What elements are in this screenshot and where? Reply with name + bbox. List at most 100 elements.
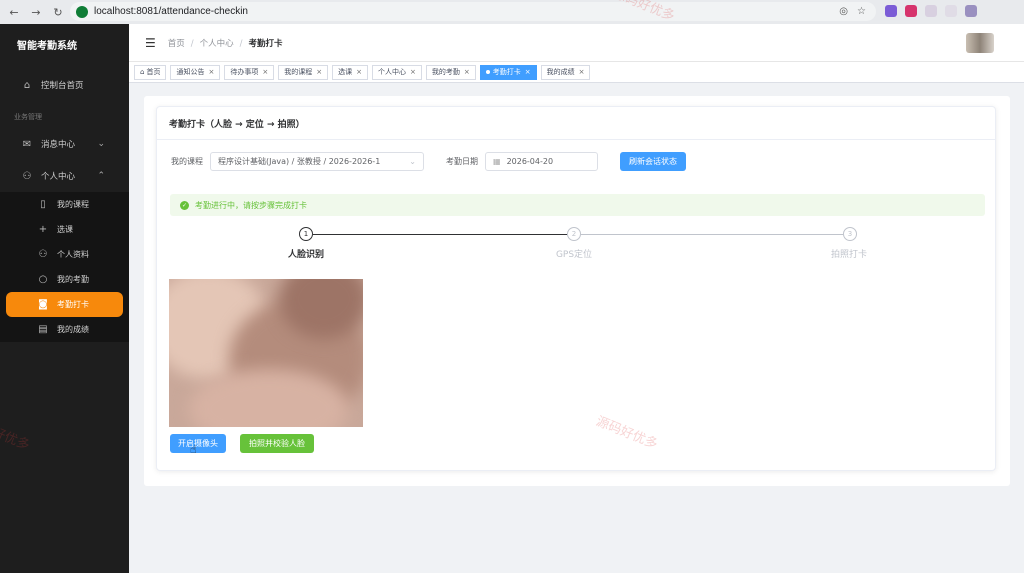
close-icon[interactable]: × [356,68,362,76]
refresh-session-button[interactable]: 刷新会话状态 [620,152,686,171]
sidebar-item-label: 个人资料 [57,250,89,259]
close-icon[interactable]: × [525,68,531,76]
sidebar-item-my-courses[interactable]: ▯ 我的课程 [0,192,129,217]
sidebar-item-label: 我的考勤 [57,275,89,284]
sidebar-item-label: 我的课程 [57,200,89,209]
tab-home[interactable]: ⌂ 首页 [134,64,167,80]
tab-label: 选课 [338,68,353,76]
status-alert: ✓ 考勤进行中，请按步骤完成打卡 [170,194,985,216]
checkin-card: 考勤打卡（人脸 → 定位 → 拍照） 我的课程 程序设计基础(Java) / 张… [156,106,996,471]
reload-icon[interactable]: ↻ [50,4,66,20]
site-info-icon[interactable] [76,5,88,18]
close-icon[interactable]: × [208,68,214,76]
sidebar-item-label: 个人中心 [41,172,76,182]
chevron-down-icon: ⌄ [97,139,105,149]
tab-label: 待办事项 [230,68,259,76]
sidebar-item-course-selection[interactable]: + 选课 [0,217,129,242]
page-container: 考勤打卡（人脸 → 定位 → 拍照） 我的课程 程序设计基础(Java) / 张… [144,96,1010,486]
close-icon[interactable]: × [410,68,416,76]
sidebar-item-profile[interactable]: ⚇ 个人资料 [0,242,129,267]
active-dot-icon [485,70,490,74]
back-icon[interactable]: ← [6,4,22,20]
tab-label: 个人中心 [377,68,406,76]
course-label: 我的课程 [171,157,203,166]
course-select[interactable]: 程序设计基础(Java) / 张教授 / 2026-2026-1 ⌄ [210,152,424,171]
top-header: ☰ 首页 / 个人中心 / 考勤打卡 [129,24,1024,62]
camera-preview [169,279,363,427]
sidebar: 智能考勤系统 ⌂ 控制台首页 业务管理 ✉ 消息中心 ⌄ ⚇ 个人中心 ⌃ ▯ … [0,24,129,573]
camera-icon: ◙ [38,299,48,310]
sidebar-submenu: ▯ 我的课程 + 选课 ⚇ 个人资料 ○ 我的考勤 ◙ 考勤打卡 ▤ 我的成绩 [0,192,129,342]
sidebar-item-my-grades[interactable]: ▤ 我的成绩 [0,317,129,342]
card-title: 考勤打卡（人脸 → 定位 → 拍照） [157,107,995,140]
address-bar[interactable]: localhost:8081/attendance-checkin ◎ ☆ [70,2,876,21]
breadcrumb-item[interactable]: 首页 [168,39,185,49]
tab-label: 首页 [146,68,161,76]
tab-label: 通知公告 [176,68,205,76]
extension-red-icon[interactable] [905,5,917,17]
sidebar-item-label: 考勤打卡 [57,300,89,309]
app-brand: 智能考勤系统 [17,40,77,52]
tab-attendance-checkin[interactable]: 考勤打卡 × [479,64,537,80]
date-picker[interactable]: ▦ 2026-04-20 [485,152,598,171]
tags-view: ⌂ 首页 通知公告 × 待办事项 × 我的课程 × 选课 × 个人中心 × 我的考勤 × 考勤… [129,62,1024,83]
tab-my-attendance[interactable]: 我的考勤 × [425,64,476,80]
location-icon[interactable]: ◎ [839,6,848,17]
extension-scissors-icon[interactable] [885,5,897,17]
sidebar-item-label: 控制台首页 [41,81,84,91]
sidebar-item-my-attendance[interactable]: ○ 我的考勤 [0,267,129,292]
tab-todos[interactable]: 待办事项 × [224,64,275,80]
step-connector [313,234,567,235]
browser-toolbar: ← → ↻ localhost:8081/attendance-checkin … [0,0,1024,24]
avatar[interactable] [966,33,994,53]
sidebar-item-personal-center[interactable]: ⚇ 个人中心 ⌃ [0,160,129,192]
mail-icon: ✉ [22,138,32,150]
step-connector [581,234,843,235]
step-circle-3: 3 [843,227,857,241]
filter-row: 我的课程 程序设计基础(Java) / 张教授 / 2026-2026-1 ⌄ … [171,152,686,171]
step-label-1: 人脸识别 [287,250,325,260]
check-circle-icon: ✓ [180,200,189,210]
profile-icon[interactable] [965,5,977,17]
sidebar-item-label: 消息中心 [41,140,76,150]
close-icon[interactable]: × [316,68,322,76]
breadcrumb-item[interactable]: 个人中心 [200,39,234,49]
extension-blurred-icon[interactable] [945,5,957,17]
forward-icon[interactable]: → [28,4,44,20]
sidebar-item-label: 选课 [57,225,73,234]
tab-my-grades[interactable]: 我的成绩 × [540,64,591,80]
close-icon[interactable]: × [579,68,585,76]
calendar-icon: ▦ [493,157,501,166]
close-icon[interactable]: × [464,68,470,76]
url-text: localhost:8081/attendance-checkin [94,6,248,17]
user-icon: ⚇ [38,249,48,260]
close-icon[interactable]: × [262,68,268,76]
tab-my-courses[interactable]: 我的课程 × [278,64,329,80]
tab-personal-center[interactable]: 个人中心 × [371,64,422,80]
sidebar-item-message-center[interactable]: ✉ 消息中心 ⌄ [0,128,129,160]
sidebar-item-attendance-checkin[interactable]: ◙ 考勤打卡 [6,292,123,317]
step-label-2: GPS定位 [555,250,593,260]
step-circle-2: 2 [567,227,581,241]
capture-verify-button[interactable]: 拍照并校验人脸 [240,434,314,453]
sidebar-item-dashboard[interactable]: ⌂ 控制台首页 [0,64,129,106]
tab-label: 我的考勤 [431,68,460,76]
main-area: ☰ 首页 / 个人中心 / 考勤打卡 ⌂ 首页 通知公告 × 待办事项 × 我的课程 × 选课 ×… [129,24,1024,573]
tab-notices[interactable]: 通知公告 × [170,64,221,80]
chevron-down-icon: ⌄ [409,157,416,166]
menu-toggle-icon[interactable]: ☰ [145,36,156,50]
search-icon: ○ [38,274,48,285]
steps: 1 2 3 人脸识别 GPS定位 拍照打卡 [157,227,997,267]
plus-icon: + [38,224,48,235]
tab-label: 我的课程 [284,68,313,76]
tab-label: 我的成绩 [546,68,575,76]
home-icon: ⌂ [23,79,31,91]
open-camera-button[interactable]: 开启摄像头 [170,434,226,453]
mouse-pointer-icon: ☝ [190,443,197,456]
home-icon: ⌂ [140,68,145,76]
tab-course-selection[interactable]: 选课 × [332,64,368,80]
extension-blurred-icon[interactable] [925,5,937,17]
chevron-up-icon: ⌃ [97,171,105,181]
bookmark-star-icon[interactable]: ☆ [857,6,866,17]
user-icon: ⚇ [22,170,32,182]
